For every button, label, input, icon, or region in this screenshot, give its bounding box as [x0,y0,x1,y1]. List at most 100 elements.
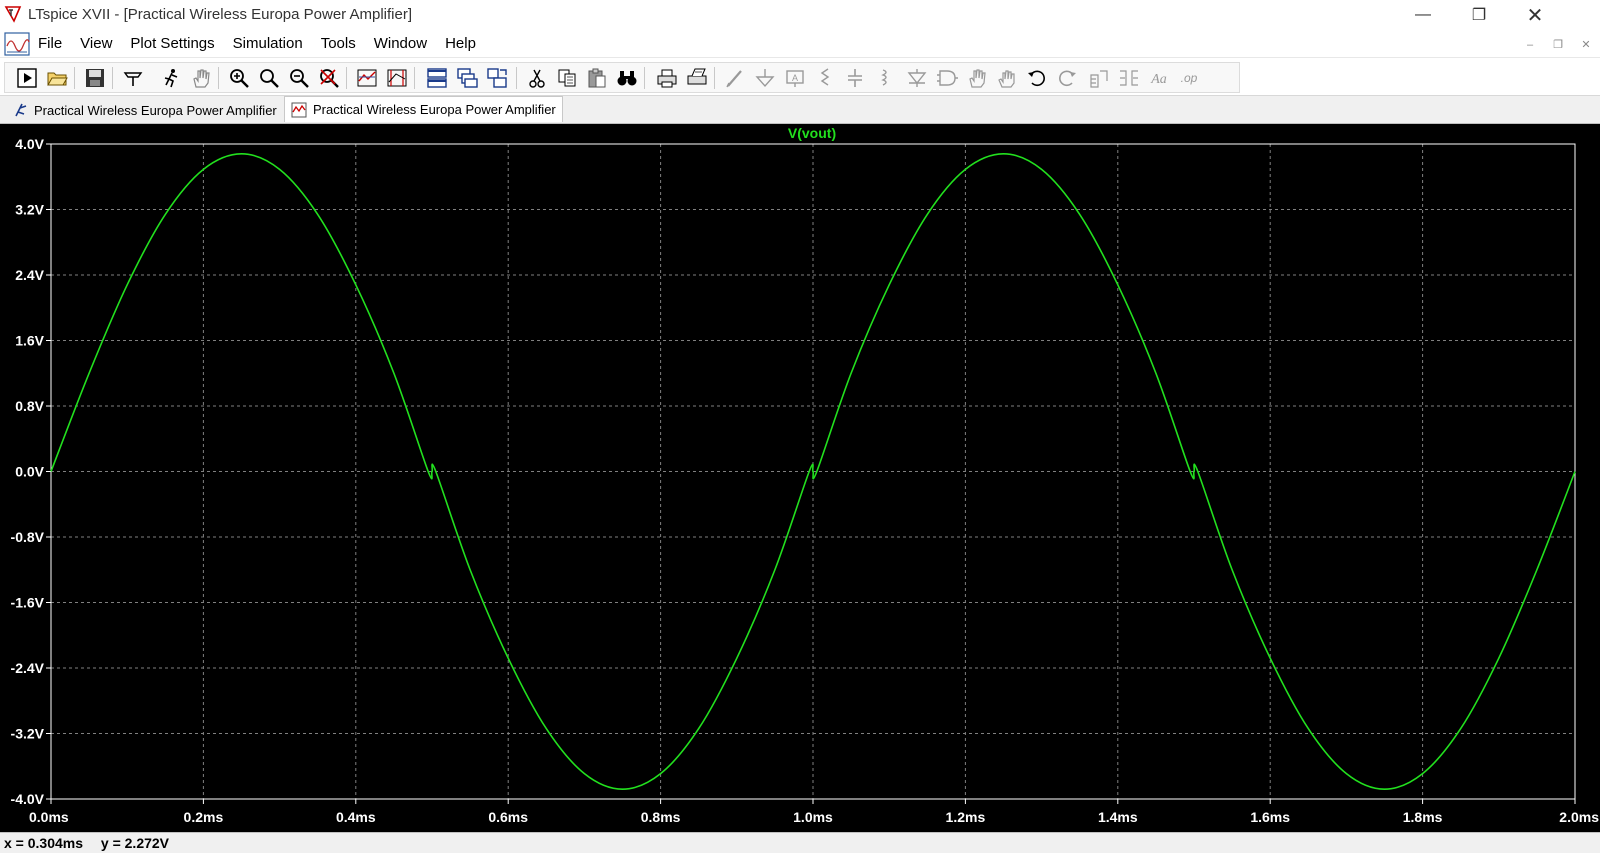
diode-icon[interactable] [904,65,930,91]
y-tick-label: 4.0V [15,136,44,152]
capacitor-icon[interactable] [842,65,868,91]
close-button[interactable]: ✕ [1512,0,1558,30]
menu-file[interactable]: File [38,30,71,58]
zoom-area-icon[interactable] [256,65,282,91]
status-bar: x = 0.304ms y = 2.272V [0,832,1600,853]
menu-plot-settings[interactable]: Plot Settings [121,30,223,58]
mirror-icon[interactable] [1116,65,1142,91]
restore-button[interactable]: ❐ [1456,0,1502,30]
menu-simulation[interactable]: Simulation [224,30,312,58]
x-tick-label: 2.0ms [1559,809,1599,825]
zoom-fit-icon[interactable] [316,65,342,91]
redo-icon[interactable] [1054,65,1080,91]
resistor-icon[interactable] [812,65,838,91]
svg-text:A: A [792,73,798,83]
y-axis-ticks: 4.0V 3.2V 2.4V 1.6V 0.8V 0.0V -0.8V -1.6V -2.4V -… [11,136,51,807]
trace-label-vout[interactable]: V(vout) [788,125,836,141]
document-tabs: Practical Wireless Europa Power Amplifie… [0,96,1600,124]
label-net-icon[interactable]: A [782,65,808,91]
paste-icon[interactable] [584,65,610,91]
text-icon[interactable]: Aa [1146,65,1172,91]
print-setup-icon[interactable] [684,65,710,91]
move-icon[interactable] [964,65,990,91]
svg-text:Aa: Aa [1150,72,1167,87]
tile-horizontal-icon[interactable] [424,65,450,91]
y-tick-label: -0.8V [11,529,45,545]
waveform-icon [291,102,307,117]
y-tick-label: 0.8V [15,398,44,414]
open-icon[interactable] [44,65,70,91]
x-tick-label: 0.0ms [29,809,69,825]
x-tick-label: 0.2ms [184,809,224,825]
drag-icon[interactable] [994,65,1020,91]
draw-wire-icon[interactable] [722,65,748,91]
print-icon[interactable] [654,65,680,91]
zoom-out-icon[interactable] [286,65,312,91]
document-window-controls: – ❐ ✕ [1516,36,1600,54]
y-tick-label: -2.4V [11,660,45,676]
toolbar-separator [74,67,75,89]
autorange-icon[interactable] [354,65,380,91]
cursor-x-readout: x = 0.304ms [4,835,84,851]
y-tick-label: -3.2V [11,726,45,742]
minimize-button[interactable]: — [1400,0,1446,30]
doc-close-button[interactable]: ✕ [1572,36,1600,54]
menu-tools[interactable]: Tools [312,30,365,58]
undo-icon[interactable] [1024,65,1050,91]
y-tick-label: 2.4V [15,267,44,283]
y-tick-label: -1.6V [11,595,45,611]
main-menu: File View Plot Settings Simulation Tools… [38,30,485,58]
copy-icon[interactable] [554,65,580,91]
toolbar-separator [516,67,517,89]
x-tick-label: 1.6ms [1250,809,1290,825]
plot-icon[interactable] [384,65,410,91]
toolbar-separator [714,67,715,89]
x-tick-label: 1.2ms [946,809,986,825]
toolbar-separator [112,67,113,89]
cascade-icon[interactable] [454,65,480,91]
y-tick-label: -4.0V [11,791,45,807]
title-bar: LTspice XVII - [Practical Wireless Europ… [0,0,1600,30]
halt-icon[interactable] [158,65,184,91]
spice-directive-icon[interactable]: .op [1176,65,1202,91]
save-icon[interactable] [82,65,108,91]
rotate-icon[interactable] [1086,65,1112,91]
menu-view[interactable]: View [71,30,121,58]
waveform-plot[interactable]: V(vout) 4.0V 3.2V 2.4V 1.6V 0.8V 0.0V -0.8V -1.… [0,124,1600,832]
pan-icon[interactable] [188,65,214,91]
schematic-icon [15,103,27,117]
ltspice-window: LTspice XVII - [Practical Wireless Europ… [0,0,1600,853]
waveform-viewer[interactable]: V(vout) 4.0V 3.2V 2.4V 1.6V 0.8V 0.0V -0.8V -1.… [0,124,1600,832]
tile-vertical-icon[interactable] [484,65,510,91]
toolbar: A Aa .op [0,59,1600,96]
window-title: LTspice XVII - [Practical Wireless Europ… [28,6,413,23]
control-panel-icon[interactable] [120,65,146,91]
tab-schematic-label: Practical Wireless Europa Power Amplifie… [34,102,277,118]
run-icon[interactable] [14,65,40,91]
find-icon[interactable] [614,65,640,91]
y-tick-label: 3.2V [15,202,44,218]
menu-help[interactable]: Help [436,30,485,58]
doc-restore-button[interactable]: ❐ [1544,36,1572,54]
menu-bar: File View Plot Settings Simulation Tools… [0,30,1600,58]
ltspice-logo-icon [4,6,22,23]
tab-schematic[interactable]: Practical Wireless Europa Power Amplifie… [6,98,283,122]
zoom-in-icon[interactable] [226,65,252,91]
menu-window[interactable]: Window [365,30,436,58]
toolbar-separator [644,67,645,89]
x-tick-label: 1.0ms [793,809,833,825]
cursor-y-readout: y = 2.272V [100,835,170,851]
x-tick-label: 0.8ms [641,809,681,825]
cut-icon[interactable] [524,65,550,91]
y-tick-label: 1.6V [15,333,44,349]
svg-text:.op: .op [1181,71,1198,85]
x-axis-ticks: 0.0ms 0.2ms 0.4ms 0.6ms 0.8ms 1.0ms 1.2ms 1.4ms… [29,799,1599,825]
toolbar-separator [414,67,415,89]
inductor-icon[interactable] [872,65,898,91]
tab-waveform-label: Practical Wireless Europa Power Amplifie… [313,102,556,117]
ground-icon[interactable] [752,65,778,91]
doc-minimize-button[interactable]: – [1516,36,1544,54]
component-icon[interactable] [934,65,960,91]
waveform-document-icon[interactable] [4,32,30,56]
tab-waveform[interactable]: Practical Wireless Europa Power Amplifie… [284,96,563,122]
